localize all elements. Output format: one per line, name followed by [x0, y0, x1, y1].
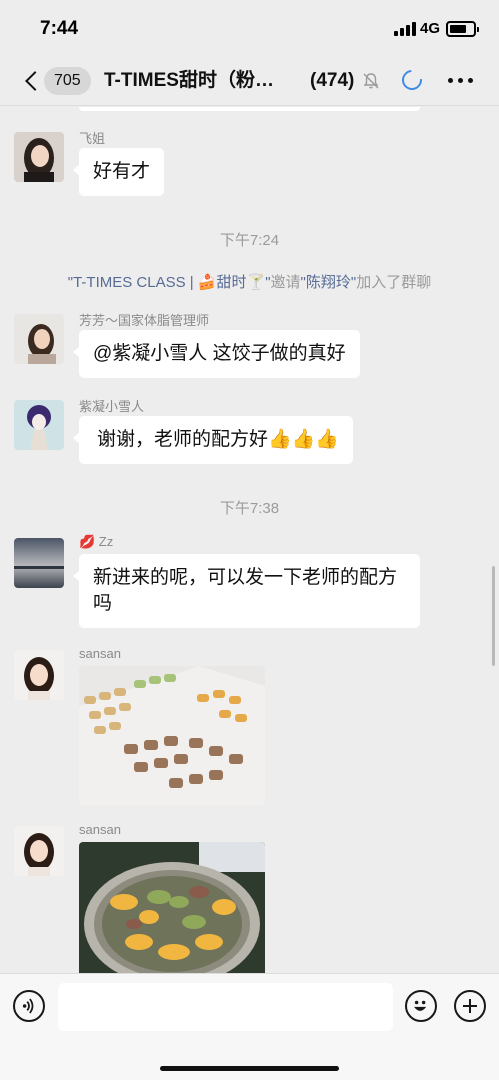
dumplings-tray-photo[interactable]: [79, 666, 265, 805]
group-name-link[interactable]: "T-TIMES CLASS | 🍰甜时🍸": [68, 274, 271, 291]
more-icon[interactable]: [448, 78, 474, 84]
home-indicator: [160, 1066, 339, 1071]
network-type: 4G: [420, 20, 441, 37]
previous-message-bubble: [79, 107, 420, 111]
message-bubble[interactable]: 新进来的呢，可以发一下老师的配方吗: [73, 554, 420, 628]
avatar[interactable]: [14, 826, 64, 876]
input-bar: [0, 973, 499, 1080]
hotpot-photo[interactable]: [79, 842, 265, 973]
timestamp: 下午7:38: [219, 500, 280, 517]
sender-name: sansan: [79, 822, 121, 837]
signal-icon: [394, 22, 416, 36]
plus-icon[interactable]: [454, 990, 486, 1022]
avatar[interactable]: [14, 650, 64, 700]
notice-suffix: 加入了群聊: [356, 274, 432, 291]
invitee-link[interactable]: "陈翔玲": [301, 274, 357, 291]
chat-title[interactable]: T-TIMES甜时（粉…: [104, 68, 300, 94]
back-chevron-icon[interactable]: [22, 68, 42, 94]
mute-bell-icon: [363, 73, 379, 89]
sync-icon: [397, 65, 427, 95]
status-time: 7:44: [40, 18, 79, 39]
system-notice: "T-TIMES CLASS | 🍰甜时🍸"邀请"陈翔玲"加入了群聊: [0, 271, 499, 292]
sender-name: 芳芳～国家体脂管理师: [79, 313, 210, 328]
unread-count-badge[interactable]: 705: [44, 67, 91, 95]
avatar[interactable]: [14, 400, 64, 450]
avatar[interactable]: [14, 314, 64, 364]
chat-messages[interactable]: 飞姐 好有才 下午7:24 "T-TIMES CLASS | 🍰甜时🍸"邀请"陈…: [0, 107, 499, 973]
chat-header: 705 T-TIMES甜时（粉… (474): [0, 58, 499, 106]
emoji-icon[interactable]: [405, 990, 437, 1022]
message-bubble[interactable]: 谢谢，老师的配方好👍👍👍: [73, 416, 353, 464]
member-count: (474): [310, 70, 355, 91]
battery-icon: [446, 21, 479, 37]
sender-name: 飞姐: [79, 131, 106, 146]
voice-icon[interactable]: [13, 990, 45, 1022]
avatar[interactable]: [14, 132, 64, 182]
chat-scrollbar[interactable]: [492, 566, 495, 666]
message-bubble[interactable]: 好有才: [72, 148, 165, 196]
timestamp: 下午7:24: [219, 232, 280, 249]
message-input[interactable]: [58, 983, 393, 1031]
sender-name: 💋 Zz: [79, 534, 114, 549]
sender-name: 紫凝小雪人: [79, 399, 145, 414]
notice-verb: 邀请: [270, 274, 301, 291]
status-bar: 7:44 4G: [0, 0, 499, 58]
avatar[interactable]: [14, 538, 64, 588]
sender-name: sansan: [79, 646, 121, 661]
message-bubble[interactable]: @紫凝小雪人 这饺子做的真好: [73, 330, 360, 378]
